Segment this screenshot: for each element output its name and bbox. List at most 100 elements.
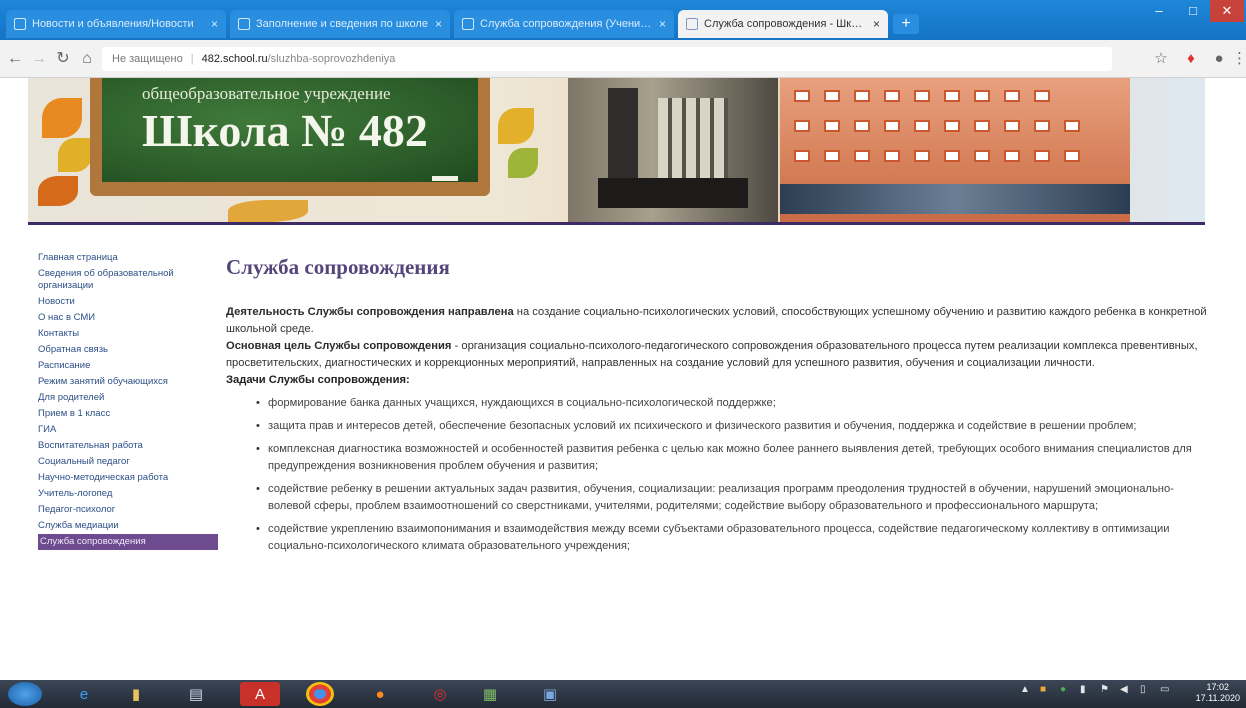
tasks-heading: Задачи Службы сопровождения:	[226, 374, 410, 386]
clock-time: 17:02	[1206, 682, 1230, 692]
sidebar-item-speech-therapist[interactable]: Учитель-логопед	[38, 486, 218, 502]
sidebar-item-parents[interactable]: Для родителей	[38, 390, 218, 406]
reload-icon[interactable]: ↻	[52, 48, 74, 70]
sidebar-item-support-service[interactable]: Служба сопровождения	[38, 534, 218, 550]
building-window	[1034, 90, 1050, 102]
browser-tab[interactable]: Новости и объявления/Новости ×	[6, 10, 226, 38]
new-tab-button[interactable]: +	[893, 14, 919, 34]
leaf-decoration	[38, 176, 78, 206]
school-building-image	[568, 78, 778, 224]
building-window	[854, 90, 870, 102]
firefox-icon[interactable]: ●	[360, 682, 400, 706]
building-window	[824, 90, 840, 102]
forward-arrow-icon[interactable]: →	[28, 48, 50, 70]
address-input[interactable]: Не защищено | 482.school.ru /sluzhba-sop…	[102, 47, 1112, 71]
goal-paragraph: Основная цель Службы сопровождения - орг…	[226, 338, 1216, 372]
list-item: комплексная диагностика возможностей и о…	[256, 441, 1216, 475]
not-secure-label[interactable]: Не защищено	[112, 53, 183, 65]
network-icon[interactable]: ▮	[1080, 684, 1086, 695]
opera-icon[interactable]: ◎	[420, 682, 460, 706]
close-tab-icon[interactable]: ×	[211, 17, 218, 31]
intro-paragraph: Деятельность Службы сопровождения направ…	[226, 304, 1216, 338]
close-tab-icon[interactable]: ×	[873, 17, 880, 31]
chrome-icon[interactable]	[306, 682, 334, 706]
sidebar-item-gia[interactable]: ГИА	[38, 422, 218, 438]
leaf-decoration	[498, 108, 534, 144]
profile-icon[interactable]: ●	[1208, 48, 1230, 70]
tasks-list: формирование банка данных учащихся, нужд…	[226, 395, 1216, 555]
home-icon[interactable]: ⌂	[76, 48, 98, 70]
sidebar-item-admission[interactable]: Прием в 1 класс	[38, 406, 218, 422]
building-window	[1004, 90, 1020, 102]
maximize-button[interactable]: □	[1176, 0, 1210, 22]
file-explorer-icon[interactable]: ▮	[116, 682, 156, 706]
notepad-icon[interactable]: ▤	[176, 682, 216, 706]
sidebar-item-org-info[interactable]: Сведения об образовательной организации	[38, 266, 218, 294]
extension-icon[interactable]: ♦	[1180, 48, 1202, 70]
leaf-decoration	[42, 98, 82, 138]
sidebar-item-contacts[interactable]: Контакты	[38, 326, 218, 342]
browser-tab[interactable]: Заполнение и сведения по школе ×	[230, 10, 450, 38]
sidebar-item-social-pedagogue[interactable]: Социальный педагог	[38, 454, 218, 470]
list-item: содействие ребенку в решении актуальных …	[256, 481, 1216, 515]
close-window-button[interactable]: ✕	[1210, 0, 1244, 22]
browser-tab[interactable]: Служба сопровождения (Ученики) ×	[454, 10, 674, 38]
building-window	[974, 90, 990, 102]
school-title: Школа № 482	[142, 105, 428, 156]
list-item: содействие укреплению взаимопонимания и …	[256, 521, 1216, 555]
sidebar-item-media[interactable]: О нас в СМИ	[38, 310, 218, 326]
page-favicon-icon	[14, 18, 26, 30]
acrobat-icon[interactable]: A	[240, 682, 280, 706]
building-window	[914, 150, 930, 162]
close-tab-icon[interactable]: ×	[435, 17, 442, 31]
building-window	[914, 120, 930, 132]
tray-up-arrow-icon[interactable]: ▲	[1020, 684, 1030, 695]
tray-security-icon[interactable]: ●	[1060, 684, 1066, 695]
battery-icon[interactable]: ▯	[1140, 684, 1146, 695]
building-window	[794, 90, 810, 102]
system-clock[interactable]: 17:02 17.11.2020	[1196, 682, 1240, 704]
internet-explorer-icon[interactable]: e	[64, 682, 104, 706]
word-icon[interactable]: ▣	[530, 682, 570, 706]
sidebar-item-mediation[interactable]: Служба медиации	[38, 518, 218, 534]
close-tab-icon[interactable]: ×	[659, 17, 666, 31]
building-window	[794, 150, 810, 162]
page-favicon-icon	[238, 18, 250, 30]
url-path: /sluzhba-soprovozhdeniya	[267, 53, 396, 65]
building-window	[824, 150, 840, 162]
sidebar-item-methodology[interactable]: Научно-методическая работа	[38, 470, 218, 486]
browser-tab-active[interactable]: Служба сопровождения - Школа ×	[678, 10, 888, 38]
notification-icon[interactable]: ▭	[1160, 684, 1169, 695]
tab-title: Служба сопровождения (Ученики)	[480, 18, 653, 30]
separator: |	[190, 53, 194, 65]
bookmark-star-icon[interactable]: ☆	[1150, 48, 1172, 70]
sidebar-item-psychologist[interactable]: Педагог-психолог	[38, 502, 218, 518]
sidebar-item-schedule[interactable]: Расписание	[38, 358, 218, 374]
sidebar-item-home[interactable]: Главная страница	[38, 250, 218, 266]
building-window	[1034, 150, 1050, 162]
building-window	[1064, 120, 1080, 132]
building-window	[794, 120, 810, 132]
address-toolbar: ← → ↻ ⌂ Не защищено | 482.school.ru /slu…	[0, 40, 1246, 78]
building-window	[974, 150, 990, 162]
volume-icon[interactable]: ◀	[1120, 684, 1128, 695]
menu-dots-icon[interactable]: ⋮	[1232, 48, 1246, 70]
sidebar-item-upbringing[interactable]: Воспитательная работа	[38, 438, 218, 454]
start-orb-icon[interactable]	[8, 682, 42, 706]
building-window	[1034, 120, 1050, 132]
building-windows	[658, 98, 728, 178]
sidebar-item-feedback[interactable]: Обратная связь	[38, 342, 218, 358]
leaf-decoration	[508, 148, 538, 178]
sidebar-item-study-mode[interactable]: Режим занятий обучающихся	[38, 374, 218, 390]
building-window	[884, 120, 900, 132]
back-arrow-icon[interactable]: ←	[4, 48, 26, 70]
minimize-button[interactable]: –	[1142, 0, 1176, 22]
flag-icon[interactable]: ⚑	[1100, 684, 1109, 695]
site-header-banner: общеобразовательное учреждение Школа № 4…	[28, 78, 1205, 224]
tray-app-icon[interactable]: ■	[1040, 684, 1046, 695]
sidebar-item-news[interactable]: Новости	[38, 294, 218, 310]
building-ground-floor	[780, 184, 1130, 214]
leaf-decoration	[228, 200, 308, 222]
spreadsheet-icon[interactable]: ▦	[470, 682, 510, 706]
tab-title: Служба сопровождения - Школа	[704, 18, 867, 30]
